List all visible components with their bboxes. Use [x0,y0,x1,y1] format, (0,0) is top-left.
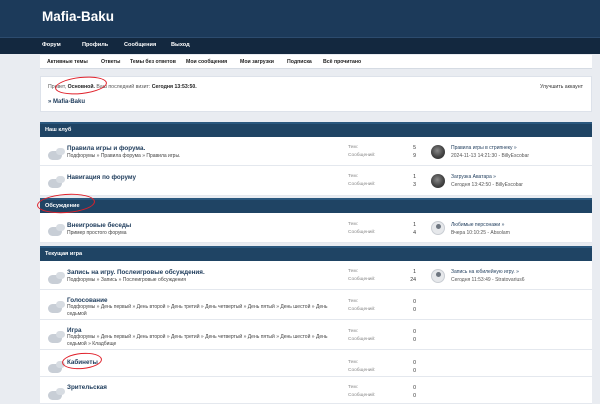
last-post-meta: Вчера 10:10:25 - Absolam [451,230,510,236]
posts-label: Сообщений: [348,393,376,398]
posts-label: Сообщений: [348,277,376,282]
forum-row: Запись на игру. Послеигровые обсуждения.… [40,261,592,290]
forum-icon [48,361,65,373]
forum-icon [48,331,65,343]
topics-label: Тем: [348,299,358,304]
forum-icon [48,388,65,400]
posts-count: 24 [410,277,416,283]
posts-label: Сообщений: [348,337,376,342]
topics-label: Тем: [348,145,358,150]
topics-label: Тем: [348,385,358,390]
topics-count: 1 [413,174,416,180]
topics-label: Тем: [348,269,358,274]
posts-count: 0 [413,337,416,343]
topics-label: Тем: [348,222,358,227]
subnav-replies[interactable]: Ответы [101,59,120,65]
main-nav: Форум Профиль Сообщения Выход [0,37,600,54]
breadcrumb[interactable]: » Mafia-Baku [48,99,85,105]
category-header: Наш клуб [40,122,592,137]
welcome-panel: Привет, Основной. Ваш последний визит: С… [40,76,592,112]
forum-icon [48,176,65,188]
forum-row: Кабинеты Тем: Сообщений: 0 0 [40,350,592,377]
topics-count: 1 [413,222,416,228]
subnav-subscriptions[interactable]: Подписка [287,59,312,65]
forum-subforums[interactable]: Подфорумы » День первый » День второй » … [67,334,347,348]
posts-count: 9 [413,153,416,159]
forum-icon [48,272,65,284]
forum-subforums[interactable]: Подфорумы » Запись » Послеигровые обсужд… [67,277,347,284]
nav-messages[interactable]: Сообщения [124,42,156,48]
topics-label: Тем: [348,329,358,334]
posts-label: Сообщений: [348,153,376,158]
posts-label: Сообщений: [348,230,376,235]
nav-forum[interactable]: Форум [42,42,61,48]
posts-count: 4 [413,230,416,236]
topics-count: 0 [413,299,416,305]
topics-label: Тем: [348,174,358,179]
last-visit-time: Сегодня 13:53:50. [151,84,197,90]
forum-row: Игра Подфорумы » День первый » День втор… [40,320,592,350]
avatar[interactable] [431,174,445,188]
nav-logout[interactable]: Выход [171,42,190,48]
category-title[interactable]: Текущая игра [45,251,82,257]
posts-label: Сообщений: [348,182,376,187]
site-logo[interactable]: Mafia-Baku [42,9,114,24]
forum-row: Правила игры и форума. Подфорумы » Прави… [40,137,592,166]
subnav-unanswered[interactable]: Темы без ответов [130,59,176,65]
category-header: Текущая игра [40,246,592,261]
forum-icon [48,148,65,160]
topics-count: 1 [413,269,416,275]
sub-nav: Активные темы Ответы Темы без ответов Мо… [40,55,592,69]
posts-count: 0 [413,393,416,399]
last-post-meta: Сегодня 11:53:49 - Stratovarius6 [451,277,525,283]
posts-label: Сообщений: [348,368,376,373]
avatar[interactable] [431,269,445,283]
last-post-title[interactable]: Любимые персонажи » [451,222,504,228]
forum-title[interactable]: Запись на игру. Послеигровые обсуждения. [67,269,205,276]
subnav-active-topics[interactable]: Активные темы [47,59,88,65]
forum-icon [48,301,65,313]
posts-count: 0 [413,368,416,374]
last-post-meta: 2024-11-13 14:21:30 - BillyEscobar [451,153,530,159]
subnav-my-uploads[interactable]: Мои загрузки [240,59,274,65]
topics-count: 5 [413,145,416,151]
category-title[interactable]: Наш клуб [45,127,71,133]
forum-description: Пример простого форума [67,230,127,236]
forum-title[interactable]: Зрительская [67,384,107,391]
posts-count: 0 [413,307,416,313]
posts-count: 3 [413,182,416,188]
forum-icon [48,224,65,236]
forum-row: Голосование Подфорумы » День первый » Де… [40,290,592,320]
topics-count: 0 [413,329,416,335]
subnav-my-posts[interactable]: Мои сообщения [186,59,227,65]
forum-title[interactable]: Внеигровые беседы [67,222,131,229]
improve-account-link[interactable]: Улучшить аккаунт [540,84,583,90]
posts-label: Сообщений: [348,307,376,312]
avatar[interactable] [431,221,445,235]
last-post-title[interactable]: Правила игры в стрипнеку » [451,145,517,151]
forum-subforums[interactable]: Подфорумы » Правила форума » Правила игр… [67,153,347,160]
last-post-title[interactable]: Запись на юбилейную игру. » [451,269,519,275]
nav-profile[interactable]: Профиль [82,42,108,48]
last-post-meta: Сегодня 13:42:50 - BillyEscobar [451,182,523,188]
site-header: Mafia-Baku [0,0,600,37]
forum-title[interactable]: Правила игры и форума. [67,145,145,152]
avatar[interactable] [431,145,445,159]
forum-row: Внеигровые беседы Пример простого форума… [40,213,592,243]
topics-count: 0 [413,360,416,366]
subnav-mark-read[interactable]: Всё прочитано [323,59,361,65]
forum-row: Навигация по форуму Тем: Сообщений: 1 3 … [40,166,592,196]
forum-title[interactable]: Голосование [67,297,107,304]
category-header: Обсуждение [40,198,592,213]
last-post-title[interactable]: Загрузка Аватара » [451,174,496,180]
forum-title[interactable]: Навигация по форуму [67,174,136,181]
topics-count: 0 [413,385,416,391]
forum-title[interactable]: Игра [67,327,82,334]
topics-label: Тем: [348,360,358,365]
forum-row: Зрительская Тем: Сообщений: 0 0 [40,377,592,404]
forum-subforums[interactable]: Подфорумы » День первый » День второй » … [67,304,347,318]
